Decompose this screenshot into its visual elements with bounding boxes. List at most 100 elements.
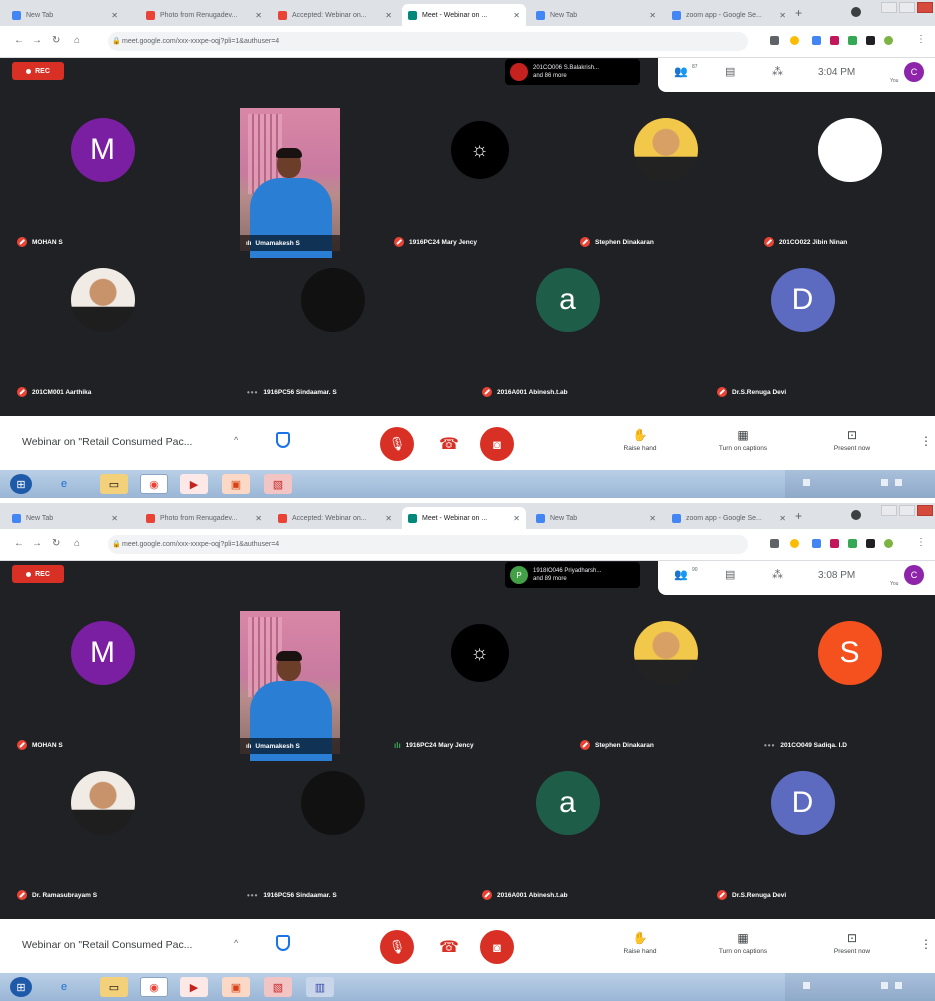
- self-avatar[interactable]: C: [904, 565, 924, 585]
- raise-hand-button[interactable]: ✋ Raise hand: [600, 931, 680, 955]
- close-tab-icon[interactable]: ✕: [385, 514, 392, 523]
- participant-video[interactable]: ılı Umamakesh S: [240, 108, 340, 258]
- participant-tile[interactable]: S ••• 201CO049 Sadiqa. I.D: [762, 611, 935, 756]
- meeting-title[interactable]: Webinar on "Retail Consumed Pac...: [22, 436, 192, 448]
- maximize-button[interactable]: [899, 2, 915, 13]
- browser-tab[interactable]: New Tab ✕: [6, 4, 124, 26]
- volume-icon[interactable]: [895, 479, 902, 486]
- profile-icon[interactable]: [851, 510, 861, 520]
- start-button[interactable]: ⊞: [10, 474, 32, 494]
- extension-icon[interactable]: [884, 36, 893, 45]
- participant-tile[interactable]: ••• 1916PC56 Sindaamar. S: [245, 761, 420, 906]
- home-icon[interactable]: ⌂: [74, 538, 80, 549]
- participant-tile[interactable]: ☼ 1916PC24 Mary Jency: [392, 108, 567, 253]
- forward-icon[interactable]: →: [32, 538, 42, 549]
- network-icon[interactable]: [881, 982, 888, 989]
- star-icon[interactable]: [790, 36, 799, 45]
- participant-tile[interactable]: ☼ ılı 1916PC24 Mary Jency: [392, 611, 567, 756]
- internet-explorer-icon[interactable]: e: [50, 474, 78, 494]
- participant-tile[interactable]: a 2016A001 Abinesh.t.ab: [480, 761, 655, 906]
- extension-icon[interactable]: [848, 36, 857, 45]
- more-options-icon[interactable]: ⋮: [920, 434, 932, 448]
- extension-icon[interactable]: [830, 539, 839, 548]
- network-icon[interactable]: [881, 479, 888, 486]
- close-tab-icon[interactable]: ✕: [255, 514, 262, 523]
- browser-tab[interactable]: Accepted: Webinar on... ✕: [272, 507, 398, 529]
- media-icon[interactable]: ▶: [180, 474, 208, 494]
- close-window-button[interactable]: [917, 2, 933, 13]
- chrome-icon[interactable]: ◉: [140, 474, 168, 494]
- participant-tile[interactable]: D Dr.S.Renuga Devi: [715, 258, 890, 403]
- leave-call-button[interactable]: ☎: [432, 930, 466, 964]
- close-tab-icon[interactable]: ✕: [111, 514, 118, 523]
- close-tab-icon[interactable]: ✕: [513, 11, 520, 20]
- extension-icon[interactable]: [812, 36, 821, 45]
- browser-tab[interactable]: New Tab ✕: [530, 4, 662, 26]
- participant-tile[interactable]: Stephen Dinakaran: [578, 108, 753, 253]
- captions-button[interactable]: ▦ Turn on captions: [703, 931, 783, 955]
- raise-hand-button[interactable]: ✋ Raise hand: [600, 428, 680, 452]
- close-tab-icon[interactable]: ✕: [513, 514, 520, 523]
- presenter-chip[interactable]: 201CO006 S.Balakrish... and 86 more: [505, 59, 640, 85]
- activities-icon[interactable]: ⁂: [772, 65, 783, 78]
- browser-menu-icon[interactable]: ⋮: [916, 34, 926, 45]
- extension-icon[interactable]: [884, 539, 893, 548]
- present-now-button[interactable]: ⊡ Present now: [812, 931, 892, 955]
- close-tab-icon[interactable]: ✕: [255, 11, 262, 20]
- home-icon[interactable]: ⌂: [74, 35, 80, 46]
- media-icon[interactable]: ▶: [180, 977, 208, 997]
- tray-icon[interactable]: [803, 982, 810, 989]
- participant-tile[interactable]: 201CM001 Aarthika: [15, 258, 190, 403]
- chevron-up-icon[interactable]: ^: [234, 938, 238, 948]
- people-icon[interactable]: 👥: [674, 568, 688, 581]
- participant-tile[interactable]: M MOHAN S: [15, 611, 190, 756]
- camera-off-button[interactable]: ◙: [480, 427, 514, 461]
- participant-tile[interactable]: D Dr.S.Renuga Devi: [715, 761, 890, 906]
- meeting-title[interactable]: Webinar on "Retail Consumed Pac...: [22, 939, 192, 951]
- app-icon[interactable]: ▥: [306, 977, 334, 997]
- close-tab-icon[interactable]: ✕: [649, 11, 656, 20]
- folder-icon[interactable]: ▭: [100, 977, 128, 997]
- start-button[interactable]: ⊞: [10, 977, 32, 997]
- chrome-icon[interactable]: ◉: [140, 977, 168, 997]
- internet-explorer-icon[interactable]: e: [50, 977, 78, 997]
- volume-icon[interactable]: [895, 982, 902, 989]
- new-tab-button[interactable]: +: [795, 509, 802, 523]
- chat-icon[interactable]: ▤: [725, 568, 735, 581]
- extension-icon[interactable]: [848, 539, 857, 548]
- browser-tab-active[interactable]: Meet - Webinar on ... ✕: [402, 507, 526, 529]
- shield-icon[interactable]: [276, 935, 290, 951]
- browser-tab[interactable]: New Tab ✕: [530, 507, 662, 529]
- participant-tile[interactable]: Stephen Dinakaran: [578, 611, 753, 756]
- close-tab-icon[interactable]: ✕: [649, 514, 656, 523]
- minimize-button[interactable]: [881, 2, 897, 13]
- browser-tab[interactable]: Photo from Renugadev... ✕: [140, 507, 268, 529]
- star-icon[interactable]: [790, 539, 799, 548]
- powerpoint-icon[interactable]: ▣: [222, 977, 250, 997]
- browser-tab[interactable]: Photo from Renugadev... ✕: [140, 4, 268, 26]
- close-tab-icon[interactable]: ✕: [779, 11, 786, 20]
- address-bar[interactable]: 🔒 meet.google.com/xxx-xxxpe-oqj?pli=1&au…: [108, 535, 748, 554]
- people-icon[interactable]: 👥: [674, 65, 688, 78]
- camera-off-button[interactable]: ◙: [480, 930, 514, 964]
- close-tab-icon[interactable]: ✕: [111, 11, 118, 20]
- browser-tab[interactable]: New Tab ✕: [6, 507, 124, 529]
- shield-icon[interactable]: [276, 432, 290, 448]
- participant-tile[interactable]: a 2016A001 Abinesh.t.ab: [480, 258, 655, 403]
- close-tab-icon[interactable]: ✕: [779, 514, 786, 523]
- browser-tab[interactable]: zoom app - Google Se... ✕: [666, 4, 792, 26]
- browser-tab[interactable]: zoom app - Google Se... ✕: [666, 507, 792, 529]
- close-window-button[interactable]: [917, 505, 933, 516]
- new-tab-button[interactable]: +: [795, 6, 802, 20]
- participant-tile[interactable]: M MOHAN S: [15, 108, 190, 253]
- reload-icon[interactable]: ↻: [52, 35, 60, 46]
- mic-off-button[interactable]: 🎙: [380, 427, 414, 461]
- tray-icon[interactable]: [803, 479, 810, 486]
- chat-icon[interactable]: ▤: [725, 65, 735, 78]
- reload-icon[interactable]: ↻: [52, 538, 60, 549]
- more-options-icon[interactable]: ⋮: [920, 937, 932, 951]
- chevron-up-icon[interactable]: ^: [234, 435, 238, 445]
- presenter-chip[interactable]: P 1918IO046 Priyadharsh... and 89 more: [505, 562, 640, 588]
- browser-menu-icon[interactable]: ⋮: [916, 537, 926, 548]
- browser-tab[interactable]: Accepted: Webinar on... ✕: [272, 4, 398, 26]
